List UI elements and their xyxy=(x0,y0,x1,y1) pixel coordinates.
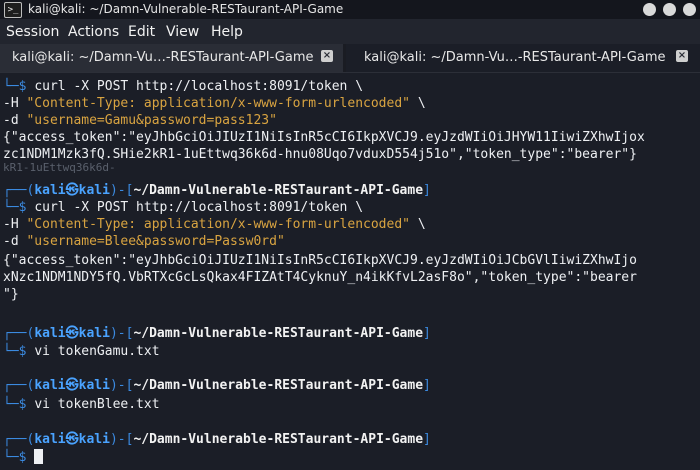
terminal-line: -H "Content-Type: application/x-www-form… xyxy=(3,96,426,111)
terminal-line: xNzc1NDM1NDY5fQ.VbRTXcGcLsQkax4FIZAtT4Cy… xyxy=(3,270,637,285)
terminal-line: └─$ curl -X POST http://localhost:8091/t… xyxy=(3,200,364,215)
terminal-line: └─$ curl -X POST http://localhost:8091/t… xyxy=(3,79,364,94)
maximize-button[interactable] xyxy=(663,3,676,16)
terminal-line[interactable]: └─$ xyxy=(3,449,44,466)
terminal-line: {"access_token":"eyJhbGciOiJIUzI1NiIsInR… xyxy=(3,130,645,145)
terminal-icon: >_ xyxy=(4,2,22,18)
menu-session[interactable]: Session xyxy=(6,24,59,40)
menu-bar: Session Actions Edit View Help xyxy=(0,19,700,44)
tab-bar: kali@kali: ~/Damn-Vu…-RESTaurant-API-Gam… xyxy=(0,44,700,73)
prompt-line: ┌──(kali㉿kali)-[~/Damn-Vulnerable-RESTau… xyxy=(3,432,431,447)
tab-label: kali@kali: ~/Damn-Vu…-RESTaurant-API-Gam… xyxy=(12,50,314,65)
terminal-line: └─$ vi tokenBlee.txt xyxy=(3,397,160,412)
terminal-output[interactable]: └─$ curl -X POST http://localhost:8091/t… xyxy=(0,72,700,470)
menu-help[interactable]: Help xyxy=(211,24,243,40)
terminal-line: "} xyxy=(3,287,19,302)
text-cursor xyxy=(34,449,44,464)
close-tab-icon[interactable]: × xyxy=(676,50,688,62)
prompt-line: ┌──(kali㉿kali)-[~/Damn-Vulnerable-RESTau… xyxy=(3,378,431,393)
terminal-ghost-line: kR1-1uEttwq36k6d- xyxy=(3,161,116,174)
minimize-button[interactable] xyxy=(643,3,656,16)
menu-edit[interactable]: Edit xyxy=(128,24,155,40)
terminal-line: -H "Content-Type: application/x-www-form… xyxy=(3,217,426,232)
menu-actions[interactable]: Actions xyxy=(68,24,119,40)
close-tab-icon[interactable]: × xyxy=(321,50,333,62)
terminal-line: └─$ vi tokenGamu.txt xyxy=(3,344,160,359)
tab-label: kali@kali: ~/Damn-Vu…-RESTaurant-API-Gam… xyxy=(364,50,666,65)
prompt-line: ┌──(kali㉿kali)-[~/Damn-Vulnerable-RESTau… xyxy=(3,326,431,341)
terminal-line: -d "username=Gamu&password=pass123" xyxy=(3,113,277,128)
menu-view[interactable]: View xyxy=(166,24,199,40)
tab-terminal-1[interactable]: kali@kali: ~/Damn-Vu…-RESTaurant-API-Gam… xyxy=(0,44,343,72)
terminal-line: -d "username=Blee&password=Passw0rd" xyxy=(3,234,285,249)
terminal-line: {"access_token":"eyJhbGciOiJIUzI1NiIsInR… xyxy=(3,253,637,268)
prompt-line: ┌──(kali㉿kali)-[~/Damn-Vulnerable-RESTau… xyxy=(3,183,431,198)
tab-terminal-2[interactable]: kali@kali: ~/Damn-Vu…-RESTaurant-API-Gam… xyxy=(346,44,700,72)
window-title: kali@kali: ~/Damn-Vulnerable-RESTaurant-… xyxy=(28,2,344,16)
close-window-button[interactable] xyxy=(683,3,696,16)
window-titlebar: >_ kali@kali: ~/Damn-Vulnerable-RESTaura… xyxy=(0,0,700,19)
